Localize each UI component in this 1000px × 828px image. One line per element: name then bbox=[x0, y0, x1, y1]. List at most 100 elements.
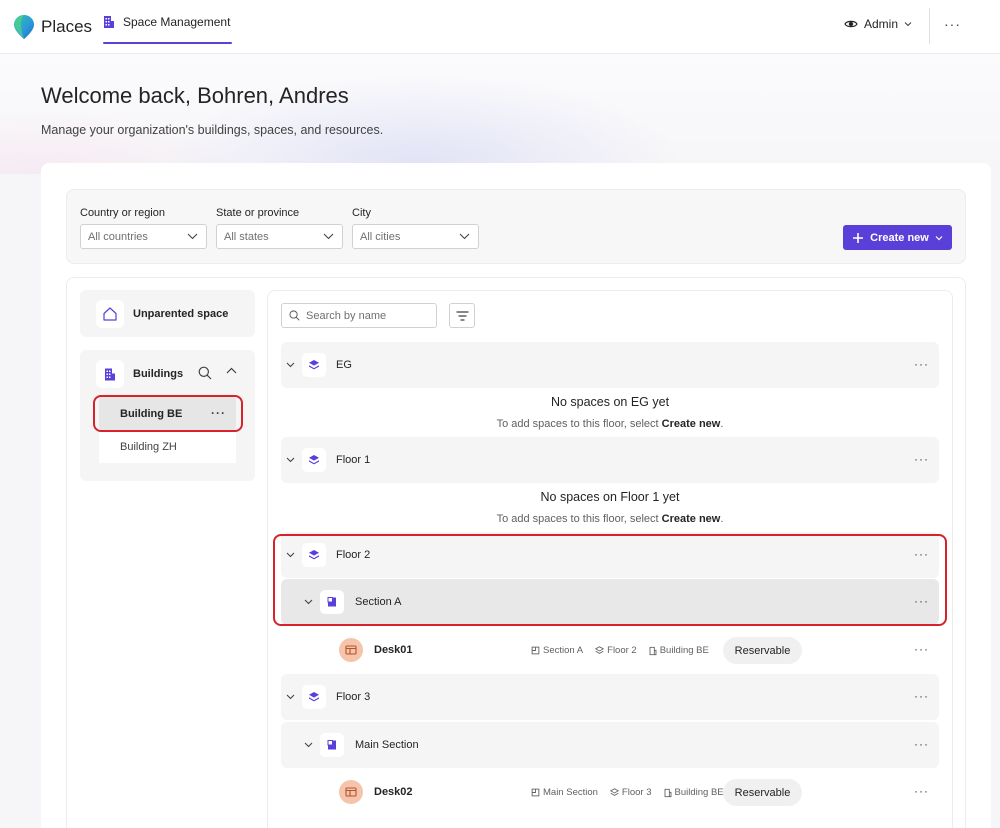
floor-row-floor-1[interactable]: Floor 1 ··· bbox=[281, 437, 939, 483]
tab-space-management[interactable]: Space Management bbox=[103, 0, 233, 44]
desk-more-button[interactable]: ··· bbox=[914, 642, 929, 656]
country-label: Country or region bbox=[80, 207, 165, 219]
building-icon bbox=[664, 788, 671, 797]
section-label: Section A bbox=[355, 596, 402, 608]
chevron-down-icon[interactable] bbox=[286, 358, 295, 372]
path-building: Building BE bbox=[674, 787, 724, 798]
top-bar: Places Space Management Admin ··· bbox=[0, 0, 1000, 54]
layers-icon bbox=[595, 646, 605, 654]
empty-state-text: To add spaces to this floor, select bbox=[496, 513, 662, 525]
section-row-section-a[interactable]: Section A ··· bbox=[281, 579, 939, 625]
city-select[interactable]: All cities bbox=[352, 224, 479, 249]
empty-state-text: To add spaces to this floor, select bbox=[496, 418, 662, 430]
home-icon-wrapper bbox=[96, 299, 124, 328]
section-icon bbox=[531, 788, 540, 797]
reservable-badge: Reservable bbox=[723, 637, 802, 664]
hero-background bbox=[0, 54, 1000, 174]
home-icon bbox=[103, 306, 117, 321]
floor-label: EG bbox=[336, 359, 352, 371]
desk-name: Desk02 bbox=[374, 786, 413, 798]
floor-row-floor-2[interactable]: Floor 2 ··· bbox=[281, 532, 939, 578]
chevron-down-icon[interactable] bbox=[304, 595, 313, 609]
buildings-label: Buildings bbox=[133, 368, 184, 380]
path-building: Building BE bbox=[659, 645, 709, 656]
state-label: State or province bbox=[216, 207, 300, 219]
search-icon bbox=[289, 310, 300, 321]
building-label: Building BE bbox=[120, 407, 183, 420]
buildings-icon-wrapper bbox=[96, 360, 124, 388]
chevron-down-icon[interactable] bbox=[304, 738, 313, 752]
active-tab-indicator bbox=[103, 42, 233, 44]
floor-label: Floor 2 bbox=[336, 549, 371, 561]
chevron-down-icon bbox=[904, 22, 912, 27]
floor-row-floor-3[interactable]: Floor 3 ··· bbox=[281, 674, 939, 720]
country-filter: Country or region All countries bbox=[80, 207, 207, 249]
search-input[interactable]: Search by name bbox=[281, 303, 437, 328]
desk-icon bbox=[345, 645, 357, 655]
empty-state-action: Create new bbox=[661, 513, 721, 525]
create-new-button[interactable]: Create new bbox=[843, 225, 952, 250]
filter-button[interactable] bbox=[449, 303, 475, 328]
section-icon bbox=[327, 597, 336, 607]
desk-icon bbox=[345, 787, 357, 797]
floor-more-button[interactable]: ··· bbox=[914, 452, 929, 466]
chevron-down-icon[interactable] bbox=[286, 453, 295, 467]
floor-icon-wrapper bbox=[302, 543, 326, 567]
layers-icon bbox=[609, 788, 619, 796]
topbar-divider bbox=[929, 8, 930, 44]
page-title: Welcome back, Bohren, Andres bbox=[41, 83, 349, 108]
floor-icon-wrapper bbox=[302, 685, 326, 709]
more-options-button[interactable]: ··· bbox=[944, 16, 961, 32]
eye-icon bbox=[844, 20, 858, 28]
section-more-button[interactable]: ··· bbox=[914, 594, 929, 608]
empty-state-description: To add spaces to this floor, select Crea… bbox=[281, 513, 939, 525]
desk-row-desk02[interactable]: Desk02 Main Section Floor 3 Building BE … bbox=[281, 769, 939, 815]
search-placeholder: Search by name bbox=[306, 309, 387, 322]
tab-label: Space Management bbox=[123, 15, 231, 29]
chevron-down-icon[interactable] bbox=[286, 690, 295, 704]
places-logo-icon bbox=[14, 15, 34, 39]
section-more-button[interactable]: ··· bbox=[914, 737, 929, 751]
chevron-down-icon bbox=[935, 235, 943, 240]
floor-more-button[interactable]: ··· bbox=[914, 357, 929, 371]
building-item-be[interactable]: Building BE ··· bbox=[99, 397, 236, 430]
empty-state-suffix: . bbox=[720, 418, 724, 430]
city-value: All cities bbox=[360, 230, 401, 243]
building-icon bbox=[104, 16, 114, 28]
section-label: Main Section bbox=[355, 739, 419, 751]
unparented-space-label: Unparented space bbox=[133, 307, 229, 320]
reservable-badge: Reservable bbox=[723, 779, 802, 806]
state-filter: State or province All states bbox=[216, 207, 343, 249]
unparented-space-item[interactable]: Unparented space bbox=[80, 290, 255, 337]
state-select[interactable]: All states bbox=[216, 224, 343, 249]
section-icon-wrapper bbox=[320, 590, 344, 614]
building-item-zh[interactable]: Building ZH bbox=[99, 430, 236, 463]
path-section: Section A bbox=[543, 645, 584, 656]
floor-icon-wrapper bbox=[302, 448, 326, 472]
chevron-down-icon[interactable] bbox=[286, 548, 295, 562]
path-section: Main Section bbox=[543, 787, 598, 798]
empty-state-description: To add spaces to this floor, select Crea… bbox=[281, 418, 939, 430]
admin-view-button[interactable]: Admin bbox=[844, 17, 912, 31]
empty-state-title: No spaces on EG yet bbox=[550, 395, 670, 409]
floor-more-button[interactable]: ··· bbox=[914, 689, 929, 703]
empty-state-title: No spaces on Floor 1 yet bbox=[540, 490, 680, 504]
section-row-main-section[interactable]: Main Section ··· bbox=[281, 722, 939, 768]
section-icon bbox=[531, 646, 540, 655]
app-name: Places bbox=[41, 17, 93, 36]
section-icon-wrapper bbox=[320, 733, 344, 757]
floor-row-eg[interactable]: EG ··· bbox=[281, 342, 939, 388]
building-more-button[interactable]: ··· bbox=[211, 406, 226, 420]
chevron-up-icon[interactable] bbox=[226, 367, 237, 374]
layers-icon bbox=[309, 360, 319, 370]
chevron-down-icon bbox=[323, 233, 334, 240]
path-floor: Floor 2 bbox=[607, 645, 637, 656]
search-icon[interactable] bbox=[198, 366, 212, 380]
desk-more-button[interactable]: ··· bbox=[914, 784, 929, 798]
city-filter: City All cities bbox=[352, 207, 479, 249]
country-select[interactable]: All countries bbox=[80, 224, 207, 249]
empty-state-action: Create new bbox=[661, 418, 721, 430]
filter-icon bbox=[456, 310, 468, 321]
floor-more-button[interactable]: ··· bbox=[914, 547, 929, 561]
desk-row-desk01[interactable]: Desk01 Section A Floor 2 Building BE Res… bbox=[281, 627, 939, 673]
